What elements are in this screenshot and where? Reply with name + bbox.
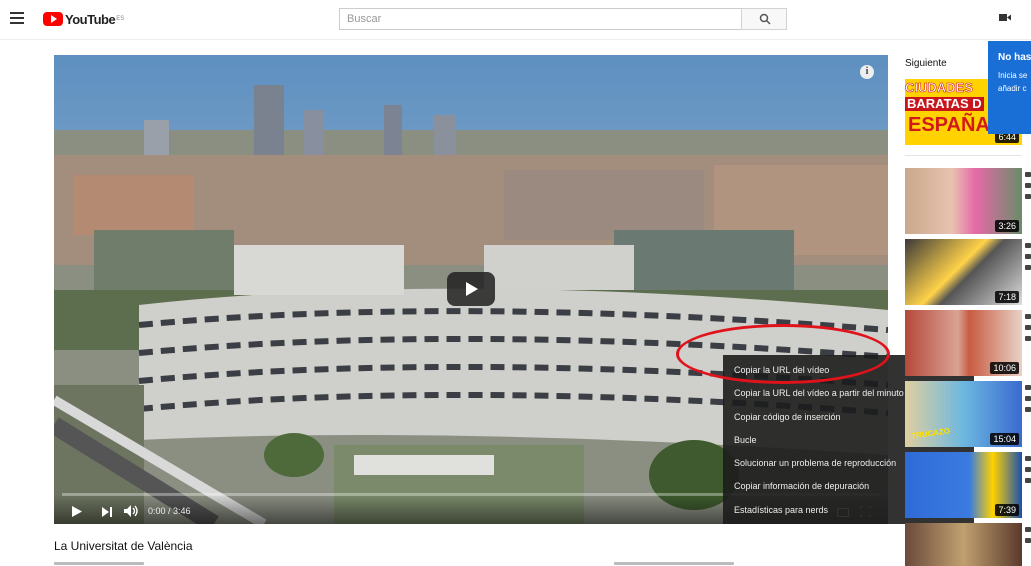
- next-icon[interactable]: [102, 507, 112, 517]
- video-meta: [1025, 172, 1031, 205]
- video-meta: [1025, 456, 1031, 489]
- thumbnail[interactable]: [905, 523, 1022, 566]
- create-video-icon[interactable]: [999, 13, 1011, 22]
- logo-text: YouTube: [65, 11, 116, 27]
- info-icon[interactable]: i: [860, 65, 874, 79]
- time-display: 0:00 / 3:46: [148, 506, 191, 516]
- thumbnail-text: CIUDADES: [905, 80, 973, 95]
- duration-badge: 7:39: [995, 504, 1019, 516]
- popup-line: Inicia se: [998, 71, 1028, 80]
- sign-in-popup[interactable]: No has Inicia se añadir c: [988, 41, 1031, 134]
- thumbnail[interactable]: 7:18: [905, 239, 1022, 305]
- volume-icon[interactable]: [124, 505, 139, 517]
- thumbnail-text: ESPAÑA: [908, 114, 990, 136]
- youtube-logo[interactable]: YouTube ES: [43, 11, 124, 27]
- up-next-label: Siguiente: [905, 58, 947, 69]
- large-play-button[interactable]: [447, 272, 495, 306]
- duration-badge: 15:04: [990, 433, 1019, 445]
- duration-badge: 3:26: [995, 220, 1019, 232]
- video-title: La Universitat de València: [54, 539, 193, 553]
- thumbnail[interactable]: 3:26: [905, 168, 1022, 234]
- thumbnail-text: BARATAS D: [905, 96, 984, 111]
- video-meta: [1025, 385, 1031, 418]
- popup-line: añadir c: [998, 84, 1027, 93]
- video-meta: [1025, 314, 1031, 347]
- popup-title: No has: [998, 52, 1031, 63]
- video-meta: [1025, 527, 1031, 549]
- search-input[interactable]: Buscar: [339, 8, 742, 30]
- duration-badge: 10:06: [990, 362, 1019, 374]
- highlight-ellipse: [676, 324, 890, 384]
- popup-body: Inicia se añadir c: [998, 69, 1031, 95]
- youtube-play-icon: [43, 12, 63, 26]
- search-button[interactable]: [741, 8, 787, 30]
- thumbnail[interactable]: 7:39: [905, 452, 1022, 518]
- video-meta-row: [54, 562, 894, 566]
- menu-icon[interactable]: [10, 12, 24, 24]
- thumbnail[interactable]: TRUCAZO 15:04: [905, 381, 1022, 447]
- logo-country: ES: [116, 16, 125, 22]
- video-meta: [1025, 243, 1031, 276]
- thumbnail[interactable]: 10:06: [905, 310, 1022, 376]
- search-icon: [759, 13, 771, 25]
- thumbnail-text: TRUCAZO: [910, 426, 951, 441]
- play-icon[interactable]: [72, 506, 82, 517]
- masthead: YouTube ES Buscar: [0, 0, 1031, 40]
- sidebar-divider: [905, 155, 1022, 156]
- duration-badge: 7:18: [995, 291, 1019, 303]
